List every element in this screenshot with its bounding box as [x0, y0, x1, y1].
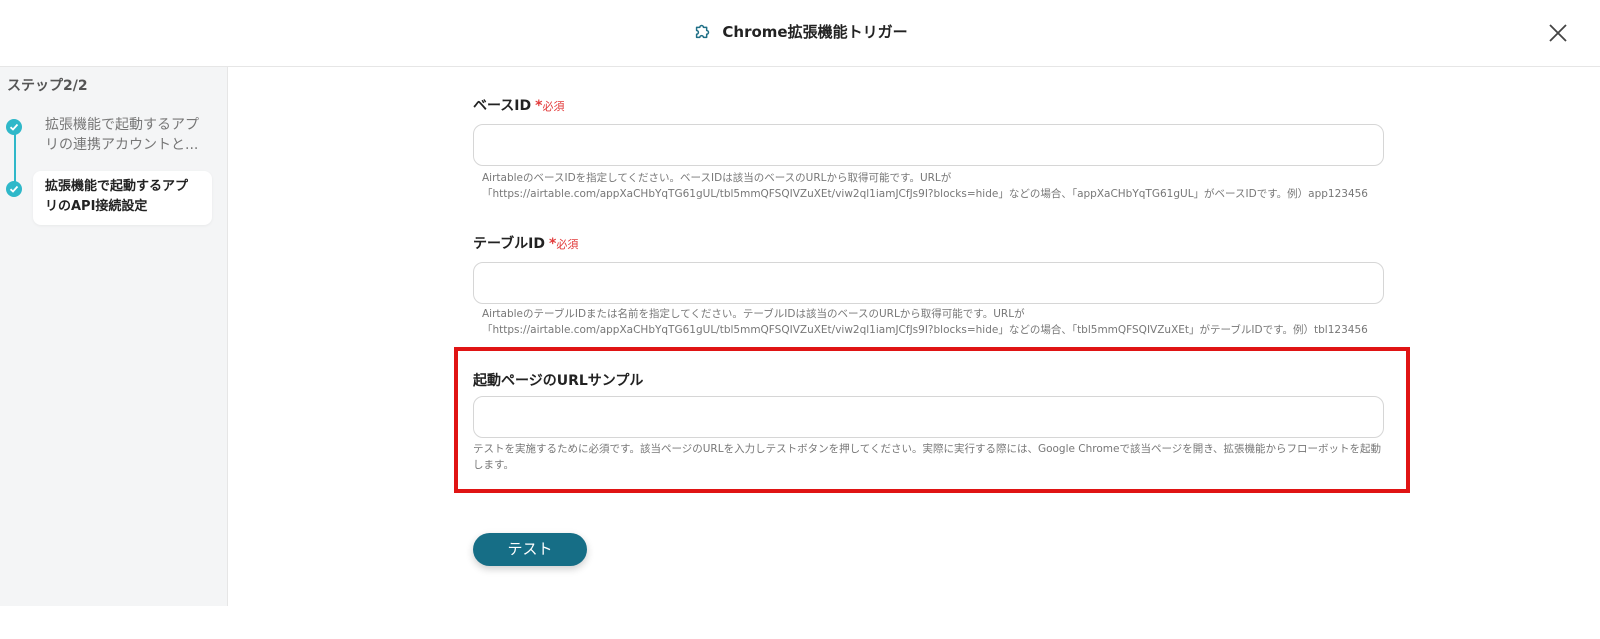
puzzle-icon [692, 20, 714, 42]
check-icon [6, 119, 22, 135]
page-title: Chrome拡張機能トリガー [722, 22, 908, 41]
base-id-label-text: ベースID [473, 98, 532, 114]
base-id-label: ベースID *必須 [473, 95, 564, 115]
sidebar-step-1[interactable]: 拡張機能で起動するアプリの連携アカウントと... [45, 115, 205, 155]
table-id-help: Airtableのテーブル​IDまたは名前を指定してください。テーブルIDは該当… [482, 306, 1392, 338]
form-area: ベースID *必須 AirtableのベースIDを指定してください。ベースIDは該… [228, 67, 1600, 606]
modal-header: Chrome拡張機能トリガー [0, 0, 1600, 67]
table-id-help-line1: Airtableのテーブル​IDまたは名前を指定してください。テーブルIDは該当… [482, 308, 1025, 320]
sidebar-step-2[interactable]: 拡張機能で起動するアプリのAPI接続設定 [33, 171, 212, 225]
required-badge: 必須 [542, 100, 565, 113]
url-sample-label: 起動ページのURLサンプル [473, 373, 644, 389]
base-id-help: AirtableのベースIDを指定してください。ベースIDは該当のベースのURL… [482, 172, 1368, 200]
url-sample-input[interactable] [473, 396, 1384, 438]
step-counter: ステップ2/2 [7, 78, 88, 94]
step-sidebar: ステップ2/2 拡張機能で起動するアプリの連携アカウントと... 拡張機能で起動… [0, 67, 228, 606]
table-id-input[interactable] [473, 262, 1384, 304]
check-icon [6, 181, 22, 197]
table-id-label: テーブルID *必須 [473, 233, 578, 253]
close-icon[interactable] [1546, 21, 1570, 45]
required-badge: 必須 [556, 238, 579, 251]
url-sample-help: テストを実施するために必須です。該当ページのURLを入力しテストボタンを押してく… [473, 443, 1382, 471]
table-id-help-line2: 「https://airtable.com/appXaCHbYqTG61gUL/… [482, 324, 1368, 336]
step-connector-line [14, 129, 16, 189]
test-button[interactable]: テスト [473, 533, 587, 566]
table-id-label-text: テーブルID [473, 236, 545, 252]
base-id-input[interactable] [473, 124, 1384, 166]
header-title-group: Chrome拡張機能トリガー [0, 20, 1600, 42]
